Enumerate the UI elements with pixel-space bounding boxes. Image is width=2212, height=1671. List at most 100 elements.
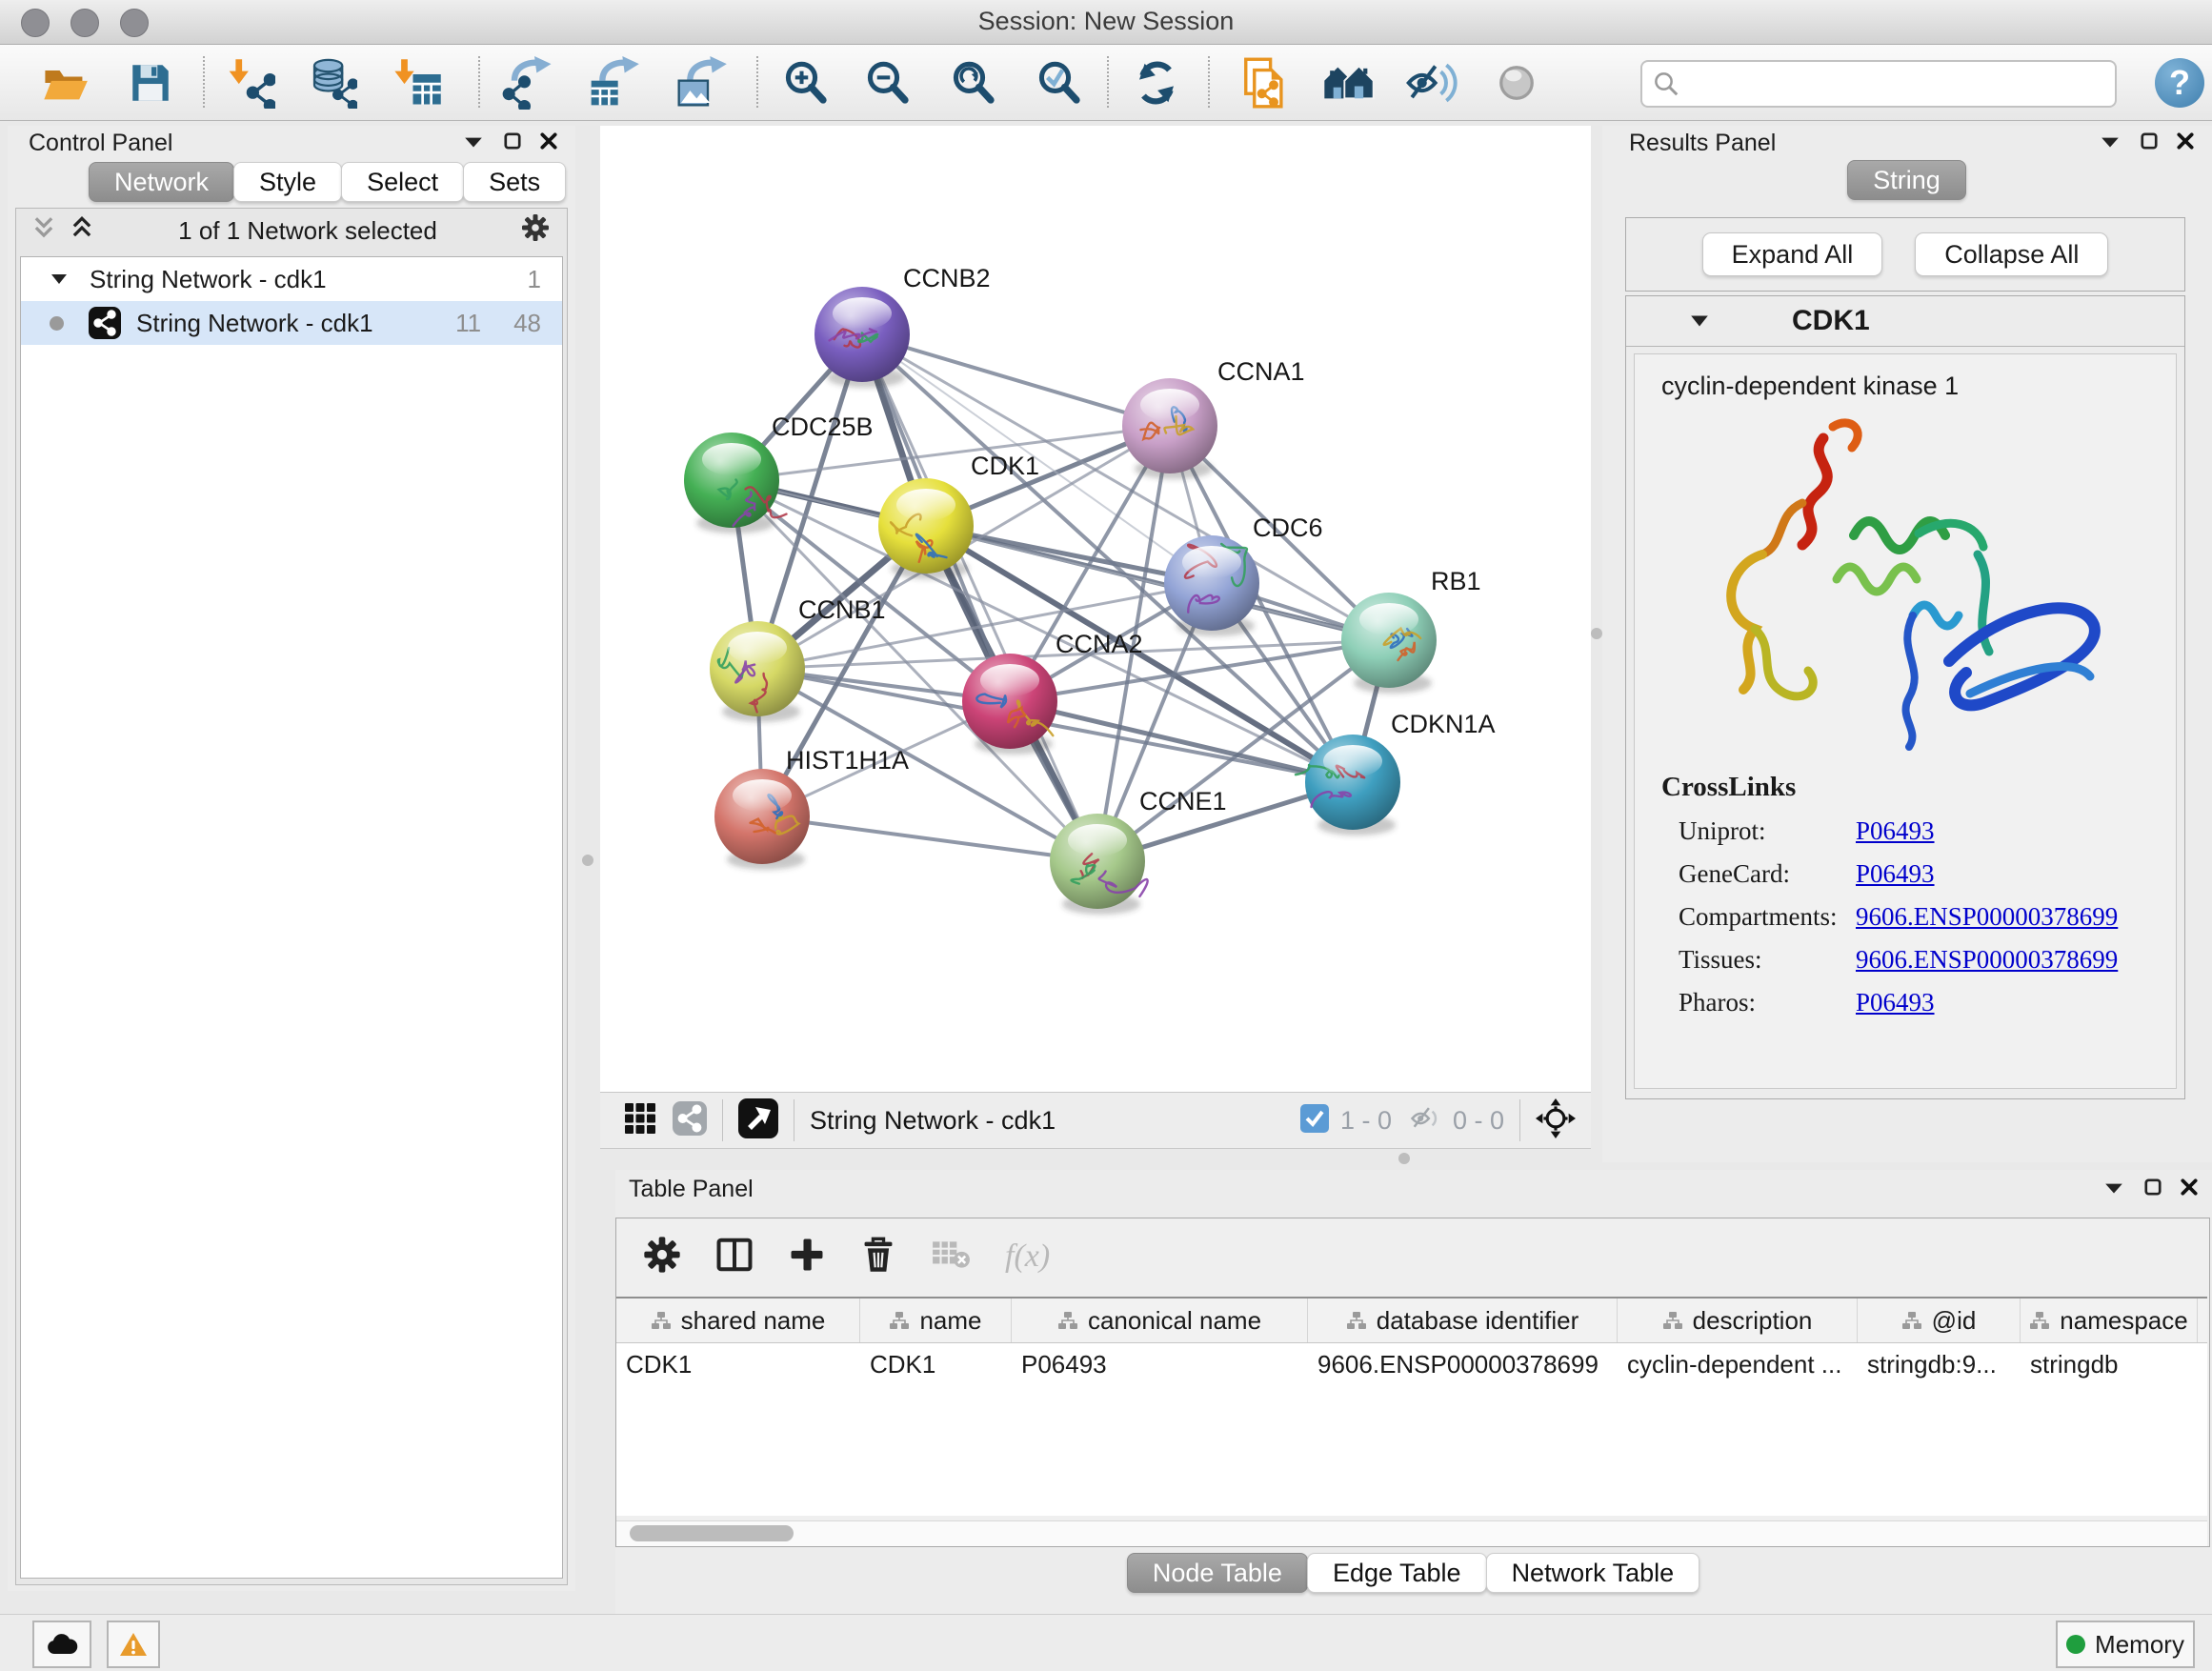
toolbar-separator bbox=[203, 56, 205, 108]
network-tree-root-row[interactable]: String Network - cdk1 1 bbox=[21, 257, 562, 301]
edge-CCNB2-CCNE1[interactable] bbox=[862, 334, 1097, 861]
birdseye-houses-button[interactable] bbox=[1320, 54, 1377, 111]
table-horizontal-scrollbar[interactable] bbox=[616, 1520, 2207, 1546]
hidden-eye-icon[interactable] bbox=[1409, 1103, 1443, 1138]
memory-button[interactable]: Memory bbox=[2056, 1621, 2195, 1668]
table-cell[interactable]: P06493 bbox=[1012, 1350, 1308, 1379]
chevron-double-up-icon[interactable] bbox=[70, 215, 94, 247]
column-header-description[interactable]: description bbox=[1618, 1299, 1858, 1342]
column-header-namespace[interactable]: namespace bbox=[2021, 1299, 2198, 1342]
zoom-in-button[interactable] bbox=[777, 54, 835, 111]
tab-network[interactable]: Network bbox=[89, 162, 234, 202]
table-panel-close-button[interactable] bbox=[2180, 1178, 2199, 1197]
column-header-canonical-name[interactable]: canonical name bbox=[1012, 1299, 1308, 1342]
node-HIST1H1A[interactable] bbox=[714, 769, 810, 870]
table-cell[interactable]: 9606.ENSP00000378699 bbox=[1308, 1350, 1618, 1379]
node-section-header[interactable]: CDK1 bbox=[1626, 296, 2184, 347]
tab-edge-table[interactable]: Edge Table bbox=[1307, 1553, 1487, 1593]
apply-layout-button[interactable] bbox=[1128, 54, 1185, 111]
node-CDK1[interactable] bbox=[878, 478, 974, 579]
edge-CCNB2-CCNA1[interactable] bbox=[862, 334, 1170, 426]
cloud-status-button[interactable] bbox=[32, 1621, 91, 1668]
network-options-gear-button[interactable] bbox=[521, 213, 550, 249]
section-expander-icon[interactable] bbox=[1689, 312, 1710, 330]
table-cell[interactable]: stringdb:9... bbox=[1858, 1350, 2021, 1379]
network-tree-child-row[interactable]: String Network - cdk1 11 48 bbox=[21, 301, 562, 345]
control-panel-float-button[interactable] bbox=[503, 131, 522, 151]
table-settings-gear-button[interactable] bbox=[643, 1236, 681, 1278]
select-columns-button[interactable] bbox=[715, 1236, 754, 1278]
column-header-name[interactable]: name bbox=[860, 1299, 1012, 1342]
export-network-button[interactable] bbox=[499, 54, 556, 111]
zoom-fit-button[interactable] bbox=[945, 54, 1002, 111]
fit-selected-crosshair-button[interactable] bbox=[1536, 1098, 1576, 1143]
grid-view-button[interactable] bbox=[623, 1101, 657, 1140]
node-CDC25B[interactable] bbox=[684, 433, 787, 534]
table-cell[interactable]: cyclin-dependent ... bbox=[1618, 1350, 1858, 1379]
node-CCNA2[interactable] bbox=[962, 654, 1057, 755]
export-image-button[interactable] bbox=[673, 54, 730, 111]
node-CCNA1[interactable] bbox=[1122, 378, 1217, 479]
zoom-selected-button[interactable] bbox=[1031, 54, 1088, 111]
tab-network-table[interactable]: Network Table bbox=[1486, 1553, 1700, 1593]
control-panel-close-button[interactable] bbox=[539, 131, 558, 151]
search-input[interactable] bbox=[1690, 69, 2115, 100]
column-header-shared-name[interactable]: shared name bbox=[616, 1299, 860, 1342]
scrollbar-thumb[interactable] bbox=[630, 1525, 794, 1541]
network-canvas[interactable]: CCNB2CCNA1CDC25BCDK1CDC6RB1CCNB1CCNA2CDK… bbox=[600, 126, 1591, 1092]
crosslink-link[interactable]: P06493 bbox=[1856, 988, 1935, 1017]
crosslink-link[interactable]: P06493 bbox=[1856, 859, 1935, 889]
table-panel-collapse-button[interactable] bbox=[2103, 1179, 2124, 1197]
tab-style[interactable]: Style bbox=[233, 162, 342, 202]
splitter-handle-right[interactable] bbox=[1591, 628, 1602, 639]
selected-checkbox-icon[interactable] bbox=[1300, 1104, 1329, 1137]
edge-CCNA2-CDKN1A[interactable] bbox=[1010, 701, 1353, 782]
import-network-from-file-button[interactable] bbox=[221, 54, 278, 111]
node-RB1[interactable] bbox=[1341, 593, 1437, 694]
results-panel-float-button[interactable] bbox=[2140, 131, 2159, 151]
splitter-handle-left[interactable] bbox=[582, 855, 593, 866]
hide-graphics-details-button[interactable] bbox=[1402, 54, 1459, 111]
expand-all-button[interactable]: Expand All bbox=[1702, 232, 1883, 276]
network-badge-gray-icon[interactable] bbox=[673, 1101, 707, 1140]
export-table-button[interactable] bbox=[585, 54, 642, 111]
warning-status-button[interactable] bbox=[107, 1621, 160, 1668]
open-session-button[interactable] bbox=[36, 54, 93, 111]
zoom-out-button[interactable] bbox=[859, 54, 916, 111]
tab-string[interactable]: String bbox=[1847, 160, 1966, 200]
birdseye-toggle-button[interactable] bbox=[738, 1098, 778, 1143]
add-column-button[interactable] bbox=[788, 1236, 826, 1278]
splitter-handle-horizontal[interactable] bbox=[1398, 1153, 1410, 1164]
column-header-@id[interactable]: @id bbox=[1858, 1299, 2021, 1342]
edge-CCNE1-HIST1H1A[interactable] bbox=[762, 816, 1097, 861]
crosslink-link[interactable]: 9606.ENSP00000378699 bbox=[1856, 945, 2118, 975]
table-panel-float-button[interactable] bbox=[2143, 1178, 2162, 1197]
collapse-all-button[interactable]: Collapse All bbox=[1915, 232, 2108, 276]
table-cell[interactable]: stringdb bbox=[2021, 1350, 2198, 1379]
tree-expander-icon[interactable] bbox=[50, 272, 69, 287]
zoom-out-icon bbox=[862, 57, 914, 109]
delete-column-button[interactable] bbox=[860, 1236, 896, 1278]
results-panel-collapse-button[interactable] bbox=[2100, 133, 2121, 151]
table-cell[interactable]: CDK1 bbox=[616, 1350, 860, 1379]
tab-sets[interactable]: Sets bbox=[463, 162, 566, 202]
save-session-button[interactable] bbox=[122, 54, 179, 111]
crosslink-link[interactable]: P06493 bbox=[1856, 816, 1935, 846]
control-panel-collapse-button[interactable] bbox=[463, 133, 484, 151]
results-panel-close-button[interactable] bbox=[2176, 131, 2195, 151]
node-CCNE1[interactable] bbox=[1050, 814, 1148, 915]
import-network-from-database-button[interactable] bbox=[303, 54, 360, 111]
node-CDKN1A[interactable] bbox=[1296, 735, 1400, 836]
crosslink-link[interactable]: 9606.ENSP00000378699 bbox=[1856, 902, 2118, 932]
tab-select[interactable]: Select bbox=[341, 162, 464, 202]
column-header-database-identifier[interactable]: database identifier bbox=[1308, 1299, 1618, 1342]
table-cell[interactable]: CDK1 bbox=[860, 1350, 1012, 1379]
tab-node-table[interactable]: Node Table bbox=[1127, 1553, 1308, 1593]
export-web-page-button[interactable] bbox=[1237, 54, 1294, 111]
show-graphics-details-button[interactable] bbox=[1488, 54, 1545, 111]
help-button[interactable]: ? bbox=[2155, 58, 2204, 108]
table-row[interactable]: CDK1CDK1P064939606.ENSP00000378699cyclin… bbox=[616, 1343, 2207, 1385]
import-table-from-file-button[interactable] bbox=[389, 54, 446, 111]
node-CCNB1[interactable] bbox=[710, 621, 805, 722]
chevron-double-down-icon[interactable] bbox=[31, 215, 56, 247]
